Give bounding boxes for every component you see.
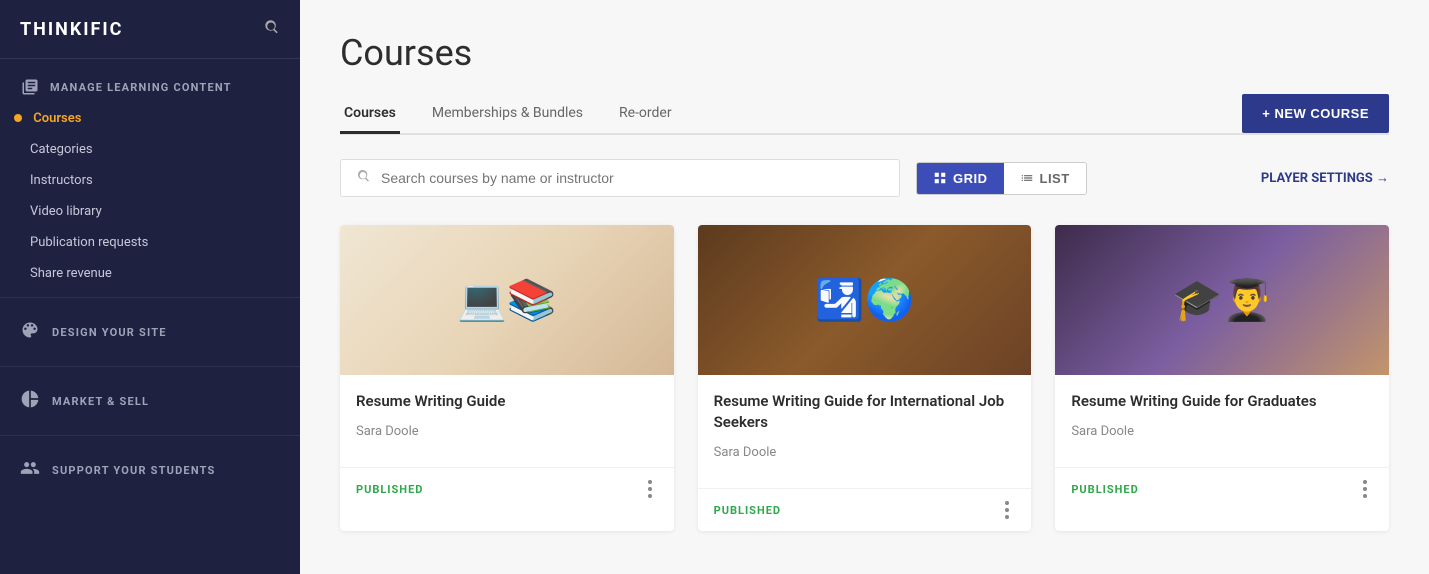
tab-reorder[interactable]: Re-order — [615, 95, 676, 134]
market-icon — [20, 389, 40, 413]
search-icon — [355, 168, 371, 188]
view-toggle: GRID LIST — [916, 162, 1087, 195]
sidebar-item-instructors[interactable]: Instructors — [0, 165, 300, 196]
sidebar-item-courses[interactable]: Courses — [0, 103, 300, 134]
search-input[interactable] — [381, 170, 885, 186]
course-body: Resume Writing Guide for International J… — [698, 375, 1032, 488]
logo: THINKIFIC — [20, 19, 123, 40]
page-title: Courses — [340, 32, 1389, 74]
tab-memberships[interactable]: Memberships & Bundles — [428, 95, 587, 134]
course-body: Resume Writing Guide for Graduates Sara … — [1055, 375, 1389, 467]
support-icon — [20, 458, 40, 482]
sidebar-header: THINKIFIC — [0, 0, 300, 59]
controls-row: GRID LIST PLAYER SETTINGS → — [340, 159, 1389, 197]
course-instructor: Sara Doole — [1071, 424, 1373, 439]
course-card: Resume Writing Guide for International J… — [698, 225, 1032, 531]
book-icon — [20, 77, 40, 97]
course-thumbnail — [1055, 225, 1389, 375]
support-section-label: SUPPORT YOUR STUDENTS — [52, 464, 216, 477]
sidebar-item-publication-requests[interactable]: Publication requests — [0, 227, 300, 258]
course-card: Resume Writing Guide for Graduates Sara … — [1055, 225, 1389, 531]
course-instructor: Sara Doole — [356, 424, 658, 439]
more-menu-button[interactable] — [999, 499, 1015, 521]
list-view-button[interactable]: LIST — [1004, 163, 1086, 194]
more-menu-button[interactable] — [1357, 478, 1373, 500]
course-footer: PUBLISHED — [340, 467, 674, 510]
tab-courses[interactable]: Courses — [340, 95, 400, 134]
sidebar: THINKIFIC MANAGE LEARNING CONTENT Course… — [0, 0, 300, 574]
status-badge: PUBLISHED — [356, 483, 423, 496]
design-icon — [20, 320, 40, 344]
more-menu-button[interactable] — [642, 478, 658, 500]
search-icon[interactable] — [262, 18, 280, 40]
design-section-label: DESIGN YOUR SITE — [52, 326, 167, 339]
sidebar-section-design[interactable]: DESIGN YOUR SITE — [0, 306, 300, 358]
market-section-label: MARKET & SELL — [52, 395, 149, 408]
sidebar-item-video-library[interactable]: Video library — [0, 196, 300, 227]
course-card: Resume Writing Guide Sara Doole PUBLISHE… — [340, 225, 674, 531]
course-footer: PUBLISHED — [698, 488, 1032, 531]
sidebar-section-manage: MANAGE LEARNING CONTENT — [0, 59, 300, 103]
sidebar-item-categories[interactable]: Categories — [0, 134, 300, 165]
active-indicator — [14, 114, 22, 122]
course-title: Resume Writing Guide for Graduates — [1071, 391, 1373, 412]
search-box — [340, 159, 900, 197]
new-course-button[interactable]: + NEW COURSE — [1242, 94, 1389, 133]
grid-view-button[interactable]: GRID — [917, 163, 1004, 194]
course-body: Resume Writing Guide Sara Doole — [340, 375, 674, 467]
course-title: Resume Writing Guide for International J… — [714, 391, 1016, 433]
course-thumbnail — [340, 225, 674, 375]
courses-grid: Resume Writing Guide Sara Doole PUBLISHE… — [340, 225, 1389, 531]
main-content: Courses Courses Memberships & Bundles Re… — [300, 0, 1429, 574]
sidebar-section-manage-title[interactable]: MANAGE LEARNING CONTENT — [20, 77, 280, 97]
course-footer: PUBLISHED — [1055, 467, 1389, 510]
sidebar-item-share-revenue[interactable]: Share revenue — [0, 258, 300, 289]
course-title: Resume Writing Guide — [356, 391, 658, 412]
player-settings-link[interactable]: PLAYER SETTINGS → — [1261, 170, 1389, 186]
status-badge: PUBLISHED — [714, 504, 781, 517]
sidebar-section-support[interactable]: SUPPORT YOUR STUDENTS — [0, 444, 300, 496]
sidebar-section-market[interactable]: MARKET & SELL — [0, 375, 300, 427]
manage-section-label: MANAGE LEARNING CONTENT — [50, 81, 232, 94]
course-thumbnail — [698, 225, 1032, 375]
course-instructor: Sara Doole — [714, 445, 1016, 460]
status-badge: PUBLISHED — [1071, 483, 1138, 496]
tabs-bar: Courses Memberships & Bundles Re-order +… — [340, 94, 1389, 135]
